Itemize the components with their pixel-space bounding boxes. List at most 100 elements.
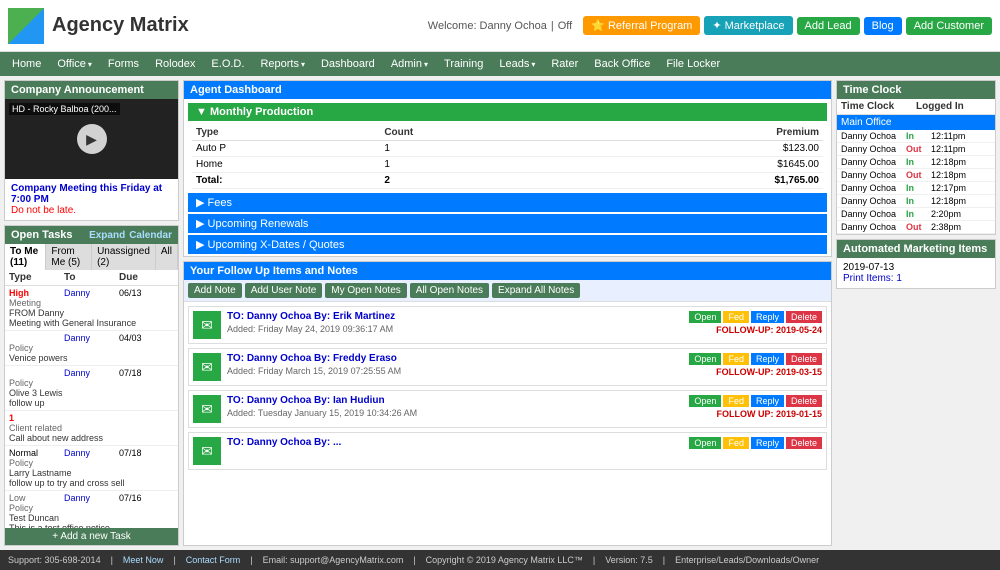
announcement-header: Company Announcement [5, 81, 178, 99]
nav-eod[interactable]: E.O.D. [203, 55, 252, 73]
contact-form-link[interactable]: Contact Form [186, 555, 241, 565]
fed-button[interactable]: Fed [723, 311, 749, 323]
followup-date: FOLLOW UP: 2019-01-15 [716, 409, 822, 419]
add-lead-button[interactable]: Add Lead [797, 17, 860, 35]
blog-button[interactable]: Blog [864, 17, 902, 35]
open-button[interactable]: Open [689, 395, 721, 407]
time-clock-columns: Time Clock Logged In [837, 99, 995, 115]
list-item: Danny Ochoa Out 12:11pm [837, 143, 995, 156]
list-item: Danny Ochoa In 12:18pm [837, 195, 995, 208]
path: Enterprise/Leads/Downloads/Owner [675, 555, 819, 565]
note-title: TO: Danny Ochoa By: Ian Hudiun [227, 395, 683, 406]
video-thumbnail[interactable]: HD - Rocky Balboa (200... ▶ [5, 99, 178, 179]
open-button[interactable]: Open [689, 437, 721, 449]
reply-button[interactable]: Reply [751, 353, 784, 365]
app-title: Agency Matrix [52, 14, 189, 37]
separator: | [593, 555, 595, 565]
announce-line1: Company Meeting this Friday at 7:00 PM [11, 183, 172, 205]
nav-office[interactable]: Office ▾ [49, 55, 100, 73]
fees-toggle[interactable]: ▶ Fees [188, 193, 827, 212]
add-note-button[interactable]: Add Note [188, 283, 242, 298]
monthly-production-toggle[interactable]: ▼ Monthly Production [188, 103, 827, 121]
followup-panel: Your Follow Up Items and Notes Add Note … [183, 261, 832, 546]
nav-training[interactable]: Training [436, 55, 491, 73]
nav-bar: Home Office ▾ Forms Rolodex E.O.D. Repor… [0, 52, 1000, 76]
left-panel: Company Announcement HD - Rocky Balboa (… [4, 80, 179, 546]
nav-rolodex[interactable]: Rolodex [147, 55, 203, 73]
play-button[interactable]: ▶ [77, 124, 107, 154]
tasks-header-links: Expand Calendar [89, 230, 172, 241]
list-item: Danny Ochoa In 2:20pm [837, 208, 995, 221]
add-user-note-button[interactable]: Add User Note [245, 283, 323, 298]
list-item: ✉ TO: Danny Ochoa By: Erik Martinez Adde… [188, 306, 827, 344]
header: Agency Matrix Welcome: Danny Ochoa | Off… [0, 0, 1000, 52]
tasks-header: Open Tasks Expand Calendar [5, 226, 178, 244]
table-row: Auto P 1 $123.00 [192, 141, 823, 157]
chevron-down-icon: ▾ [301, 60, 305, 69]
my-open-notes-button[interactable]: My Open Notes [325, 283, 406, 298]
meet-now-link[interactable]: Meet Now [123, 555, 164, 565]
fed-button[interactable]: Fed [723, 437, 749, 449]
add-task-button[interactable]: + Add a new Task [5, 528, 178, 545]
list-item[interactable]: Danny 04/03 Policy Venice powers [5, 331, 178, 366]
nav-dashboard[interactable]: Dashboard [313, 55, 383, 73]
expand-all-notes-button[interactable]: Expand All Notes [492, 283, 580, 298]
nav-back-office[interactable]: Back Office [586, 55, 658, 73]
delete-button[interactable]: Delete [786, 395, 822, 407]
marketplace-button[interactable]: ✦ Marketplace [704, 16, 792, 35]
agent-dashboard-panel: Agent Dashboard ▼ Monthly Production Typ… [183, 80, 832, 257]
renewals-toggle[interactable]: ▶ Upcoming Renewals [188, 214, 827, 233]
reply-button[interactable]: Reply [751, 311, 784, 323]
open-button[interactable]: Open [689, 353, 721, 365]
list-item[interactable]: 1 Client related Call about new address [5, 411, 178, 446]
xdates-toggle[interactable]: ▶ Upcoming X-Dates / Quotes [188, 235, 827, 254]
header-right: Welcome: Danny Ochoa | Off ⭐ Referral Pr… [428, 16, 992, 35]
fed-button[interactable]: Fed [723, 395, 749, 407]
list-item: ✉ TO: Danny Ochoa By: ... Open Fed Reply… [188, 432, 827, 470]
note-actions: Open Fed Reply Delete [689, 395, 822, 407]
tab-from-me[interactable]: From Me (5) [46, 244, 92, 270]
list-item[interactable]: Normal Danny 07/18 Policy Larry Lastname… [5, 446, 178, 491]
list-item: Danny Ochoa Out 12:18pm [837, 169, 995, 182]
calendar-link[interactable]: Calendar [129, 230, 172, 241]
delete-button[interactable]: Delete [786, 353, 822, 365]
list-item: Danny Ochoa In 12:11pm [837, 130, 995, 143]
add-customer-button[interactable]: Add Customer [906, 17, 992, 35]
tab-unassigned[interactable]: Unassigned (2) [92, 244, 156, 270]
auto-marketing-body: 2019-07-13 Print Items: 1 [837, 258, 995, 288]
separator: | [111, 555, 113, 565]
nav-admin[interactable]: Admin ▾ [383, 55, 436, 73]
separator: | [173, 555, 175, 565]
marketing-print[interactable]: Print Items: 1 [843, 273, 989, 284]
reply-button[interactable]: Reply [751, 395, 784, 407]
fed-button[interactable]: Fed [723, 353, 749, 365]
off-label: Off [558, 20, 572, 32]
followup-date: FOLLOW-UP: 2019-03-15 [716, 367, 822, 377]
tab-to-me[interactable]: To Me (11) [5, 244, 46, 270]
list-item[interactable]: High Danny 06/13 Meeting FROM Danny Meet… [5, 286, 178, 331]
nav-reports[interactable]: Reports ▾ [252, 55, 313, 73]
announcement-panel: Company Announcement HD - Rocky Balboa (… [4, 80, 179, 221]
col-count-header: Count [380, 125, 563, 141]
note-content: TO: Danny Ochoa By: Ian Hudiun Added: Tu… [227, 395, 683, 423]
tasks-col-header: Type To Due [5, 270, 178, 286]
list-item[interactable]: Low Danny 07/16 Policy Test Duncan This … [5, 491, 178, 528]
tab-all[interactable]: All [156, 244, 178, 270]
delete-button[interactable]: Delete [786, 437, 822, 449]
delete-button[interactable]: Delete [786, 311, 822, 323]
note-added: Added: Friday March 15, 2019 07:25:55 AM [227, 366, 683, 376]
nav-leads[interactable]: Leads ▾ [491, 55, 543, 73]
col-type: Type [9, 272, 64, 283]
separator: | [413, 555, 415, 565]
nav-rater[interactable]: Rater [543, 55, 586, 73]
nav-file-locker[interactable]: File Locker [658, 55, 728, 73]
nav-home[interactable]: Home [4, 55, 49, 73]
expand-link[interactable]: Expand [89, 230, 125, 241]
open-button[interactable]: Open [689, 311, 721, 323]
reply-button[interactable]: Reply [751, 437, 784, 449]
nav-forms[interactable]: Forms [100, 55, 147, 73]
all-open-notes-button[interactable]: All Open Notes [410, 283, 489, 298]
list-item: Danny Ochoa In 12:18pm [837, 156, 995, 169]
list-item[interactable]: Danny 07/18 Policy Olive 3 Lewis follow … [5, 366, 178, 411]
referral-program-button[interactable]: ⭐ Referral Program [583, 16, 700, 35]
